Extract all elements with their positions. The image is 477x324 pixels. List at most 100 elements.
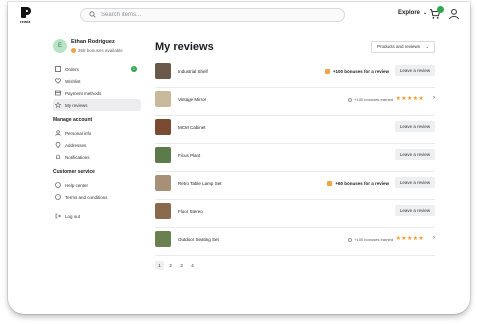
review-row[interactable]: MCM Cabinet Leave a review [155,116,435,144]
sidebar-item-label: Notifications [65,154,90,160]
product-name[interactable]: Retro Table Lamp Set [178,181,221,186]
product-name[interactable]: Outdoor Seating Set [178,237,219,242]
user-icon [55,130,61,136]
leave-review-button[interactable]: Leave a review [395,121,435,132]
sidebar-item-label: Orders [65,66,79,72]
heart-icon [55,78,61,84]
sidebar-item-payment-methods[interactable]: Payment methods [53,87,141,99]
chevron-down-icon: ⌄ [425,44,429,49]
reviews-filter-select[interactable]: Products and reviews ⌄ [371,41,435,53]
chevron-right-icon[interactable]: › [433,235,435,241]
explore-label: Explore [398,10,421,16]
review-row[interactable]: Vintage Mirror +100 bonuses earned ★★★★★ › [155,88,435,116]
sidebar-item-label: Payment methods [65,90,102,96]
top-bar: rewiz Explore⌄ [8,2,470,28]
profile-bonus-text: 358 bonuses available [78,48,123,53]
filter-label: Products and reviews [377,44,421,49]
card-icon [55,90,61,96]
product-name[interactable]: MCM Cabinet [178,125,206,130]
product-name[interactable]: Floor Stereo [178,209,203,214]
review-row[interactable]: Retro Table Lamp Set +60 bonuses for a re… [155,172,435,200]
rewiz-logo[interactable]: rewiz [20,7,34,25]
sidebar-item-my-reviews[interactable]: My reviews [53,99,141,111]
review-row[interactable]: Industrial Shelf +100 bonuses for a revie… [155,60,435,88]
sidebar-item-logout[interactable]: Log out [53,210,141,222]
sidebar-item-label: Personal info [65,130,92,136]
product-thumbnail[interactable] [155,119,171,135]
bonus-offer: +60 bonuses for a review [327,181,389,186]
sidebar-item-terms[interactable]: Terms and conditions [53,191,141,203]
pin-icon [55,142,61,148]
page-button[interactable]: 4 [188,261,197,270]
pagination: 1234 [155,261,199,270]
sidebar-item-personal-info[interactable]: Personal info [53,127,141,139]
product-thumbnail[interactable] [155,91,171,107]
sidebar-item-label: Log out [65,213,81,219]
product-name[interactable]: Vintage Mirror [178,97,206,102]
sidebar-item-label: My reviews [65,102,88,108]
star-icon: ★ [418,96,424,102]
sidebar: E Ethan Rodriguez 358 bonuses available … [53,37,141,222]
explore-menu[interactable]: Explore ⌄ [398,10,427,16]
profile-name: Ethan Rodriguez [71,39,115,45]
sidebar-item-label: Wishlist [65,78,81,84]
star-icon [55,102,61,108]
bonus-offer: +100 bonuses for a review [324,69,389,74]
sidebar-item-label: Addresses [65,142,87,148]
leave-review-button[interactable]: Leave a review [395,65,435,76]
bonus-earned-text: +100 bonuses earned [354,97,393,102]
sidebar-item-orders[interactable]: Orders 1 [53,63,141,75]
chevron-down-icon: ⌄ [423,10,428,16]
product-name[interactable]: Industrial Shelf [178,69,208,74]
manage-account-title: Manage account [53,117,93,123]
page-button[interactable]: 2 [166,261,175,270]
rating-stars: ★★★★★ [396,95,424,102]
page-title: My reviews [155,41,214,53]
review-row[interactable]: Ficus Plant Leave a review [155,144,435,172]
bonus-offer-text: +60 bonuses for a review [335,181,389,186]
bonus-earned: +100 bonuses earned [348,237,393,242]
coin-icon [71,48,76,53]
gift-icon [324,69,330,74]
bell-icon [55,154,61,160]
coin-icon [348,98,353,102]
rating-stars: ★★★★★ [396,235,424,242]
product-thumbnail[interactable] [155,231,171,247]
product-thumbnail[interactable] [155,63,171,79]
logo-text: rewiz [20,19,31,24]
product-thumbnail[interactable] [155,175,171,191]
product-thumbnail[interactable] [155,147,171,163]
search-icon [89,11,96,18]
review-row[interactable]: Outdoor Seating Set +100 bonuses earned ★★… [155,228,435,256]
leave-review-button[interactable]: Leave a review [395,149,435,160]
page-button[interactable]: 1 [155,261,164,270]
box-icon [55,66,61,72]
search-bar[interactable] [80,8,345,22]
gift-icon [327,181,333,186]
profile-bonus: 358 bonuses available [71,48,123,53]
avatar[interactable]: E [53,39,67,53]
search-input[interactable] [101,10,331,20]
sidebar-item-help-center[interactable]: Help center [53,179,141,191]
sidebar-item-addresses[interactable]: Addresses [53,139,141,151]
page-button[interactable]: 3 [177,261,186,270]
logout-icon [55,213,61,219]
product-name[interactable]: Ficus Plant [178,153,200,158]
sidebar-item-label: Help center [65,182,89,188]
product-thumbnail[interactable] [155,203,171,219]
cart-badge [437,6,444,13]
sidebar-item-label: Terms and conditions [65,194,108,200]
help-icon [55,182,61,188]
star-icon: ★ [418,236,424,242]
leave-review-button[interactable]: Leave a review [395,205,435,216]
sidebar-item-notifications[interactable]: Notifications [53,151,141,163]
review-row[interactable]: Floor Stereo Leave a review [155,200,435,228]
user-account-icon[interactable] [448,8,460,20]
leave-review-button[interactable]: Leave a review [395,177,435,188]
profile-card: E Ethan Rodriguez 358 bonuses available [53,37,141,59]
doc-icon [55,194,61,200]
coin-icon [348,238,353,242]
reviews-list: Industrial Shelf +100 bonuses for a revie… [155,60,435,256]
sidebar-item-wishlist[interactable]: Wishlist [53,75,141,87]
chevron-right-icon[interactable]: › [433,95,435,101]
